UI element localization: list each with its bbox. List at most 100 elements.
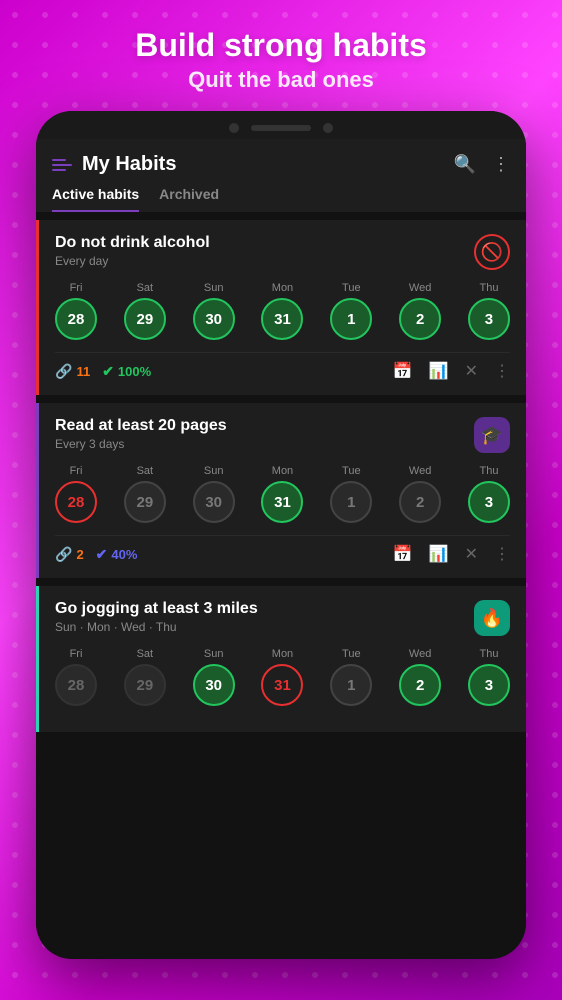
habit-1-subtitle: Every day bbox=[55, 254, 210, 268]
app-header: My Habits 🔍 ⋮ Active habits Archived bbox=[36, 139, 526, 212]
speaker-bar bbox=[251, 125, 311, 131]
day-label: Fri bbox=[70, 282, 83, 294]
day-circle[interactable]: 2 bbox=[399, 664, 441, 706]
completion-stat-2: ✔ 40% bbox=[96, 546, 138, 563]
day-col-fri-2: Fri 28 bbox=[55, 465, 97, 523]
habit-2-info: Read at least 20 pages Every 3 days bbox=[55, 417, 227, 451]
search-icon[interactable]: 🔍 bbox=[454, 154, 476, 175]
day-col-mon-1: Mon 31 bbox=[261, 282, 303, 340]
day-circle[interactable]: 2 bbox=[399, 481, 441, 523]
day-circle[interactable]: 28 bbox=[55, 298, 97, 340]
chart-action-1[interactable]: 📊 bbox=[429, 361, 449, 381]
calendar-action-2[interactable]: 📅 bbox=[393, 544, 413, 564]
day-col-fri-1: Fri 28 bbox=[55, 282, 97, 340]
day-circle[interactable]: 28 bbox=[55, 481, 97, 523]
camera-dot-right bbox=[323, 123, 333, 133]
streak-stat-2: 🔗 2 bbox=[55, 546, 84, 563]
day-circle[interactable]: 31 bbox=[261, 481, 303, 523]
habit-1-title: Do not drink alcohol bbox=[55, 234, 210, 252]
jogging-icon: 🔥 bbox=[481, 608, 503, 629]
day-label: Sat bbox=[137, 465, 154, 477]
day-col-thu-2: Thu 3 bbox=[468, 465, 510, 523]
day-label: Tue bbox=[342, 282, 361, 294]
header-row: My Habits 🔍 ⋮ bbox=[52, 153, 510, 176]
phone-top-bar bbox=[36, 111, 526, 139]
more-action-2[interactable]: ⋮ bbox=[494, 544, 510, 564]
more-icon[interactable]: ⋮ bbox=[492, 154, 510, 175]
chart-action-2[interactable]: 📊 bbox=[429, 544, 449, 564]
habit-2-header: Read at least 20 pages Every 3 days 🎓 bbox=[55, 417, 510, 453]
day-circle[interactable]: 31 bbox=[261, 664, 303, 706]
skip-action-2[interactable]: ✕ bbox=[465, 544, 478, 564]
tab-archived[interactable]: Archived bbox=[159, 186, 219, 212]
habit-card-1: Do not drink alcohol Every day 🚫 Fri 28 … bbox=[36, 220, 526, 395]
skip-action-1[interactable]: ✕ bbox=[465, 361, 478, 381]
day-circle[interactable]: 30 bbox=[193, 481, 235, 523]
day-circle[interactable]: 1 bbox=[330, 298, 372, 340]
streak-value-2: 2 bbox=[76, 547, 83, 562]
day-circle[interactable]: 1 bbox=[330, 664, 372, 706]
day-circle[interactable]: 29 bbox=[124, 481, 166, 523]
day-circle[interactable]: 3 bbox=[468, 664, 510, 706]
habit-1-stats: 🔗 11 ✔ 100% 📅 📊 ✕ ⋮ bbox=[55, 352, 510, 381]
day-col-thu-1: Thu 3 bbox=[468, 282, 510, 340]
link-icon-2: 🔗 bbox=[55, 546, 72, 563]
day-label: Tue bbox=[342, 465, 361, 477]
read-icon: 🎓 bbox=[481, 425, 503, 446]
habit-3-icon: 🔥 bbox=[474, 600, 510, 636]
calendar-action-1[interactable]: 📅 bbox=[393, 361, 413, 381]
day-col-sat-1: Sat 29 bbox=[124, 282, 166, 340]
day-col-sat-2: Sat 29 bbox=[124, 465, 166, 523]
menu-line-bot bbox=[52, 169, 66, 171]
day-circle[interactable]: 31 bbox=[261, 298, 303, 340]
day-circle[interactable]: 29 bbox=[124, 664, 166, 706]
day-label: Mon bbox=[272, 465, 293, 477]
streak-value-1: 11 bbox=[76, 364, 90, 379]
habit-3-title: Go jogging at least 3 miles bbox=[55, 600, 258, 618]
menu-line-top bbox=[52, 159, 66, 161]
day-col-wed-3: Wed 2 bbox=[399, 648, 441, 706]
day-col-wed-1: Wed 2 bbox=[399, 282, 441, 340]
day-circle[interactable]: 30 bbox=[193, 664, 235, 706]
day-circle[interactable]: 3 bbox=[468, 298, 510, 340]
day-label: Sun bbox=[204, 465, 224, 477]
day-circle[interactable]: 28 bbox=[55, 664, 97, 706]
stats-left-1: 🔗 11 ✔ 100% bbox=[55, 363, 151, 380]
habit-3-info: Go jogging at least 3 miles Sun · Mon · … bbox=[55, 600, 258, 634]
day-col-mon-3: Mon 31 bbox=[261, 648, 303, 706]
habit-2-days: Fri 28 Sat 29 Sun 30 Mon 31 bbox=[55, 465, 510, 523]
camera-dot-left bbox=[229, 123, 239, 133]
day-col-wed-2: Wed 2 bbox=[399, 465, 441, 523]
day-label: Sun bbox=[204, 282, 224, 294]
day-label: Fri bbox=[70, 648, 83, 660]
habit-1-icon: 🚫 bbox=[474, 234, 510, 270]
day-label: Wed bbox=[409, 648, 431, 660]
day-circle[interactable]: 2 bbox=[399, 298, 441, 340]
tabs-row: Active habits Archived bbox=[52, 186, 510, 212]
day-circle[interactable]: 29 bbox=[124, 298, 166, 340]
menu-line-mid bbox=[52, 164, 72, 166]
day-label: Mon bbox=[272, 282, 293, 294]
day-col-sun-3: Sun 30 bbox=[193, 648, 235, 706]
day-col-tue-2: Tue 1 bbox=[330, 465, 372, 523]
app-content: My Habits 🔍 ⋮ Active habits Archived Do … bbox=[36, 139, 526, 959]
day-label: Thu bbox=[479, 648, 498, 660]
day-label: Sun bbox=[204, 648, 224, 660]
day-col-tue-3: Tue 1 bbox=[330, 648, 372, 706]
day-col-tue-1: Tue 1 bbox=[330, 282, 372, 340]
link-icon: 🔗 bbox=[55, 363, 72, 380]
habit-3-header: Go jogging at least 3 miles Sun · Mon · … bbox=[55, 600, 510, 636]
menu-icon[interactable] bbox=[52, 159, 72, 171]
day-col-mon-2: Mon 31 bbox=[261, 465, 303, 523]
day-circle[interactable]: 3 bbox=[468, 481, 510, 523]
day-circle[interactable]: 30 bbox=[193, 298, 235, 340]
day-col-sun-2: Sun 30 bbox=[193, 465, 235, 523]
action-icons-1: 📅 📊 ✕ ⋮ bbox=[393, 361, 510, 381]
tab-active-habits[interactable]: Active habits bbox=[52, 186, 139, 212]
day-circle[interactable]: 1 bbox=[330, 481, 372, 523]
more-action-1[interactable]: ⋮ bbox=[494, 361, 510, 381]
habit-1-header: Do not drink alcohol Every day 🚫 bbox=[55, 234, 510, 270]
stats-left-2: 🔗 2 ✔ 40% bbox=[55, 546, 137, 563]
completion-stat-1: ✔ 100% bbox=[102, 363, 151, 380]
day-col-thu-3: Thu 3 bbox=[468, 648, 510, 706]
